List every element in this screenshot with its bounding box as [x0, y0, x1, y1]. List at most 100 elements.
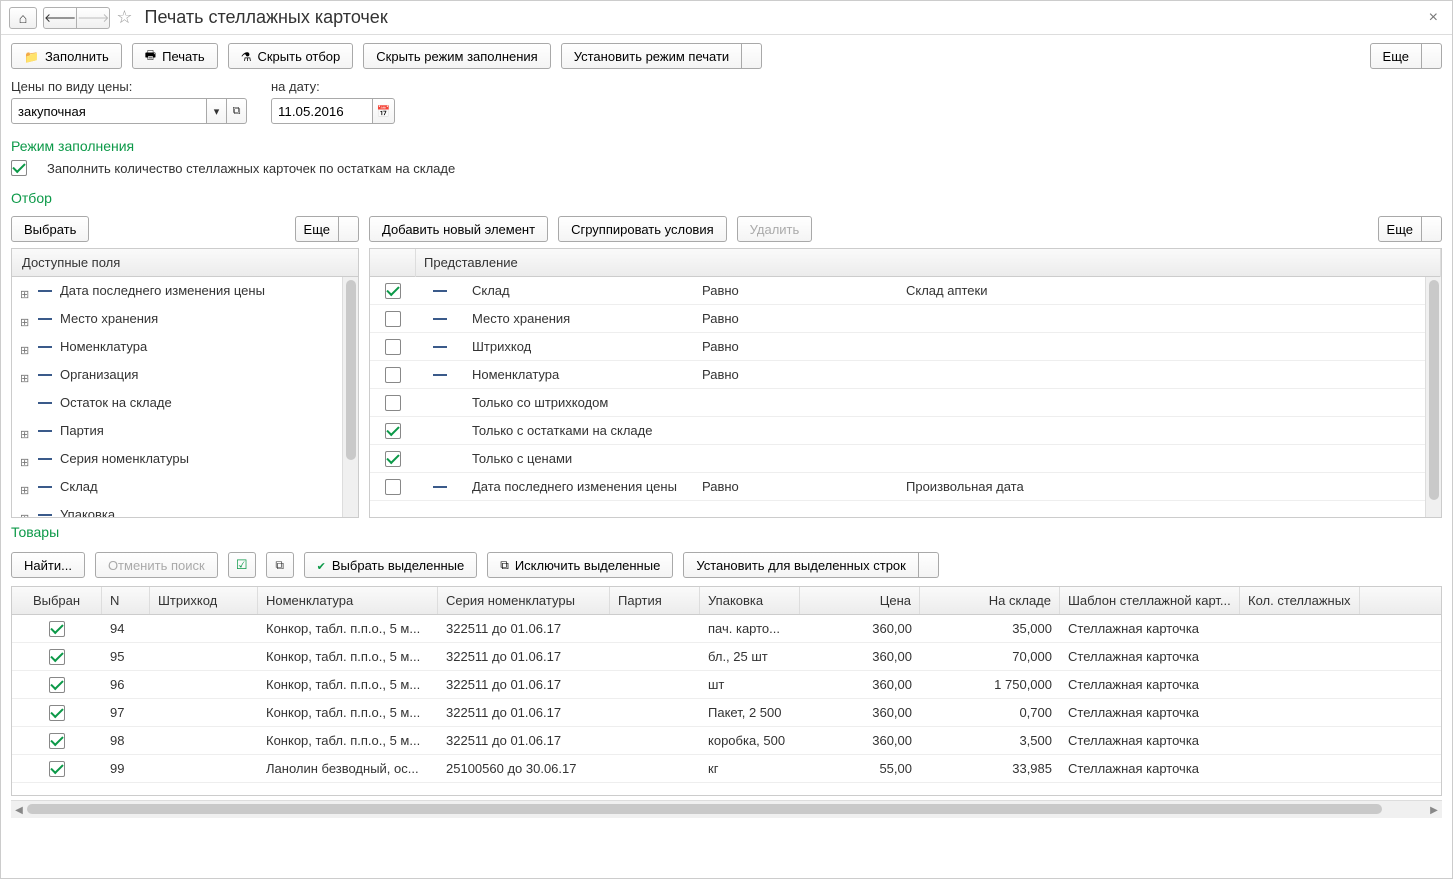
- col-qty[interactable]: Кол. стеллажных: [1240, 587, 1360, 614]
- available-field-row[interactable]: Партия: [12, 417, 358, 445]
- filter-right-more-button[interactable]: Еще: [1378, 216, 1422, 242]
- delete-filter-button[interactable]: Удалить: [737, 216, 813, 242]
- scroll-left-icon[interactable]: ◀: [11, 801, 27, 819]
- condition-checkbox[interactable]: [385, 395, 401, 411]
- row-checkbox[interactable]: [49, 761, 65, 777]
- close-button[interactable]: ×: [1423, 9, 1444, 27]
- condition-row[interactable]: Только с ценами: [370, 445, 1441, 473]
- product-row[interactable]: 94Конкор, табл. п.п.о., 5 м...322511 до …: [12, 615, 1441, 643]
- condition-row[interactable]: СкладРавноСклад аптеки: [370, 277, 1441, 305]
- home-button[interactable]: [9, 7, 37, 29]
- products-body[interactable]: 94Конкор, табл. п.п.о., 5 м...322511 до …: [12, 615, 1441, 783]
- set-for-marked-caret[interactable]: [919, 552, 939, 578]
- col-stock[interactable]: На складе: [920, 587, 1060, 614]
- available-field-row[interactable]: Серия номенклатуры: [12, 445, 358, 473]
- star-icon[interactable]: [116, 7, 132, 28]
- filter-left-more-button[interactable]: Еще: [295, 216, 339, 242]
- available-field-row[interactable]: Номенклатура: [12, 333, 358, 361]
- find-button[interactable]: Найти...: [11, 552, 85, 578]
- condition-row[interactable]: Только со штрихкодом: [370, 389, 1441, 417]
- group-conditions-button[interactable]: Сгруппировать условия: [558, 216, 727, 242]
- condition-row[interactable]: НоменклатураРавно: [370, 361, 1441, 389]
- expand-icon[interactable]: [20, 454, 30, 464]
- col-template[interactable]: Шаблон стеллажной карт...: [1060, 587, 1240, 614]
- col-n[interactable]: N: [102, 587, 150, 614]
- set-print-mode-caret[interactable]: [742, 43, 762, 69]
- products-hscroll[interactable]: ◀ ▶: [11, 800, 1442, 818]
- available-field-row[interactable]: Упаковка: [12, 501, 358, 517]
- select-field-button[interactable]: Выбрать: [11, 216, 89, 242]
- product-row[interactable]: 98Конкор, табл. п.п.о., 5 м...322511 до …: [12, 727, 1441, 755]
- add-filter-button[interactable]: Добавить новый элемент: [369, 216, 548, 242]
- price-type-open[interactable]: [227, 98, 247, 124]
- date-picker-button[interactable]: [373, 98, 395, 124]
- condition-checkbox[interactable]: [385, 451, 401, 467]
- col-selected[interactable]: Выбран: [12, 587, 102, 614]
- col-package[interactable]: Упаковка: [700, 587, 800, 614]
- condition-checkbox[interactable]: [385, 367, 401, 383]
- available-scrollbar[interactable]: [342, 277, 358, 517]
- col-party[interactable]: Партия: [610, 587, 700, 614]
- expand-icon[interactable]: [20, 482, 30, 492]
- expand-icon[interactable]: [20, 426, 30, 436]
- condition-row[interactable]: Только с остатками на складе: [370, 417, 1441, 445]
- available-field-row[interactable]: Остаток на складе: [12, 389, 358, 417]
- fill-mode-checkbox[interactable]: [11, 160, 27, 176]
- condition-checkbox[interactable]: [385, 423, 401, 439]
- expand-icon[interactable]: [20, 342, 30, 352]
- condition-checkbox[interactable]: [385, 311, 401, 327]
- more-button[interactable]: Еще: [1370, 43, 1422, 69]
- scroll-thumb[interactable]: [27, 804, 1382, 814]
- more-caret[interactable]: [1422, 43, 1442, 69]
- set-for-marked-button[interactable]: Установить для выделенных строк: [683, 552, 919, 578]
- expand-icon[interactable]: [20, 510, 30, 518]
- price-type-dropdown[interactable]: ▾: [207, 98, 227, 124]
- fill-button[interactable]: Заполнить: [11, 43, 122, 69]
- date-input[interactable]: [271, 98, 373, 124]
- available-field-row[interactable]: Дата последнего изменения цены: [12, 277, 358, 305]
- row-checkbox[interactable]: [49, 649, 65, 665]
- filter-right-more-caret[interactable]: [1422, 216, 1442, 242]
- set-print-mode-button[interactable]: Установить режим печати: [561, 43, 742, 69]
- expand-icon[interactable]: [20, 314, 30, 324]
- scroll-right-icon[interactable]: ▶: [1426, 801, 1442, 819]
- col-barcode[interactable]: Штрихкод: [150, 587, 258, 614]
- back-button[interactable]: [43, 7, 77, 29]
- select-marked-button[interactable]: Выбрать выделенные: [304, 552, 478, 578]
- available-fields-tree[interactable]: Дата последнего изменения ценыМесто хран…: [12, 277, 358, 517]
- conditions-scrollbar[interactable]: [1425, 277, 1441, 517]
- exclude-marked-button[interactable]: Исключить выделенные: [487, 552, 673, 578]
- expand-icon[interactable]: [20, 370, 30, 380]
- product-row[interactable]: 97Конкор, табл. п.п.о., 5 м...322511 до …: [12, 699, 1441, 727]
- product-row[interactable]: 96Конкор, табл. п.п.о., 5 м...322511 до …: [12, 671, 1441, 699]
- forward-button[interactable]: [77, 7, 110, 29]
- condition-checkbox[interactable]: [385, 283, 401, 299]
- condition-row[interactable]: Дата последнего изменения ценыРавноПроиз…: [370, 473, 1441, 501]
- condition-row[interactable]: ШтрихкодРавно: [370, 333, 1441, 361]
- col-nomenclature[interactable]: Номенклатура: [258, 587, 438, 614]
- uncheck-all-button[interactable]: [266, 552, 294, 578]
- col-price[interactable]: Цена: [800, 587, 920, 614]
- condition-checkbox[interactable]: [385, 339, 401, 355]
- product-row[interactable]: 99Ланолин безводный, ос...25100560 до 30…: [12, 755, 1441, 783]
- price-type-input[interactable]: [11, 98, 207, 124]
- product-row[interactable]: 95Конкор, табл. п.п.о., 5 м...322511 до …: [12, 643, 1441, 671]
- row-checkbox[interactable]: [49, 733, 65, 749]
- print-button[interactable]: Печать: [132, 43, 218, 69]
- row-checkbox[interactable]: [49, 621, 65, 637]
- check-all-button[interactable]: [228, 552, 256, 578]
- available-field-row[interactable]: Организация: [12, 361, 358, 389]
- filter-left-more-caret[interactable]: [339, 216, 359, 242]
- available-field-row[interactable]: Место хранения: [12, 305, 358, 333]
- expand-icon[interactable]: [20, 286, 30, 296]
- available-field-row[interactable]: Склад: [12, 473, 358, 501]
- conditions-body[interactable]: СкладРавноСклад аптекиМесто храненияРавн…: [370, 277, 1441, 517]
- row-checkbox[interactable]: [49, 677, 65, 693]
- row-checkbox[interactable]: [49, 705, 65, 721]
- hide-filter-button[interactable]: Скрыть отбор: [228, 43, 354, 69]
- hide-fill-mode-button[interactable]: Скрыть режим заполнения: [363, 43, 550, 69]
- condition-row[interactable]: Место храненияРавно: [370, 305, 1441, 333]
- condition-checkbox[interactable]: [385, 479, 401, 495]
- expand-icon[interactable]: [20, 398, 30, 408]
- col-series[interactable]: Серия номенклатуры: [438, 587, 610, 614]
